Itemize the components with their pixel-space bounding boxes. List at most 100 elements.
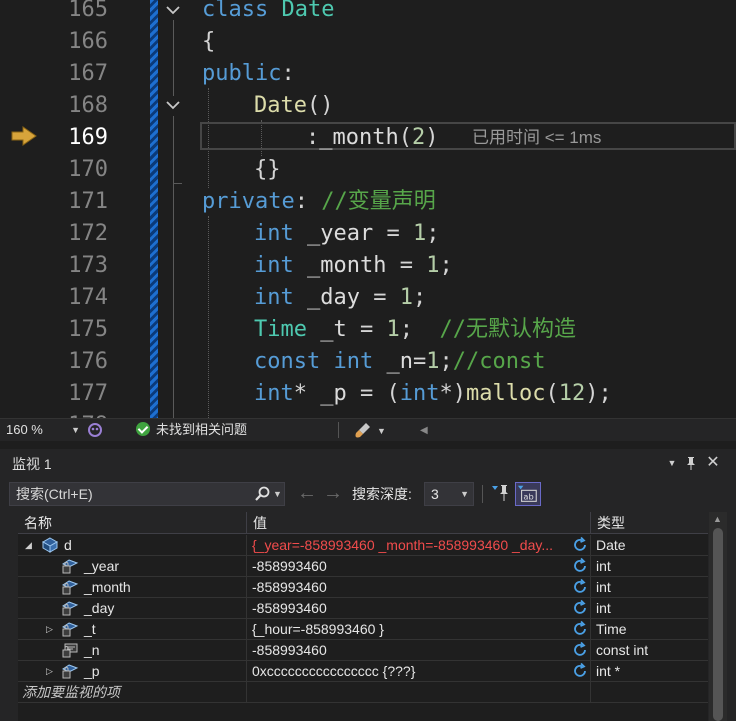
private-field-icon	[62, 580, 79, 595]
cell-value[interactable]: 0xcccccccccccccccc {???}	[247, 661, 591, 681]
refresh-icon[interactable]	[571, 620, 589, 638]
pin-icon[interactable]	[683, 455, 699, 471]
cell-name: ▷ _p	[18, 661, 247, 681]
search-back-arrow-icon[interactable]: ←	[296, 483, 318, 503]
refresh-icon[interactable]	[571, 536, 589, 554]
divider	[338, 422, 339, 438]
private-field-icon	[62, 559, 79, 574]
change-tracking-bar	[150, 0, 158, 418]
watch-row[interactable]: ◢ d {_year=-858993460 _month=-858993460 …	[18, 535, 708, 556]
watch-row[interactable]: _n -858993460 const int	[18, 640, 708, 661]
cell-value[interactable]: -858993460	[247, 640, 591, 660]
column-header-type[interactable]: 类型	[591, 512, 708, 534]
search-forward-arrow-icon[interactable]: →	[322, 483, 344, 503]
cell-value[interactable]: {_hour=-858993460 }	[247, 619, 591, 639]
fold-collapse-icon[interactable]	[163, 95, 183, 115]
chevron-down-icon[interactable]: ▼	[377, 422, 386, 440]
watch-row[interactable]: _day -858993460 int	[18, 598, 708, 619]
add-watch-item[interactable]: 添加要监视的项	[22, 682, 120, 702]
cell-name: _day	[18, 598, 247, 618]
private-field-icon	[62, 601, 79, 616]
panel-menu-icon[interactable]: ▼	[664, 455, 680, 471]
private-constant-icon	[62, 643, 78, 658]
expand-arrow-icon[interactable]: ▷	[46, 661, 56, 681]
watch-grid: 名称 值 类型 ◢ d {_year=-858993460 _month=-85…	[18, 512, 708, 721]
refresh-icon[interactable]	[571, 599, 589, 617]
cell-value[interactable]: -858993460	[247, 556, 591, 576]
line-number: 166	[68, 29, 108, 54]
cell-type: int	[596, 579, 611, 595]
cell-value[interactable]: -858993460	[247, 577, 591, 597]
object-variable-icon	[41, 537, 59, 553]
search-depth-select[interactable]: 3 ▼	[424, 482, 474, 506]
current-line-highlight	[200, 122, 736, 150]
refresh-icon[interactable]	[571, 557, 589, 575]
code-cleanup-brush-icon[interactable]	[354, 421, 374, 439]
expand-arrow-icon[interactable]: ▷	[46, 619, 56, 639]
cell-name: _year	[18, 556, 247, 576]
code-line[interactable]: int _year = 1;	[254, 218, 439, 250]
code-line[interactable]: const int _n=1;//const	[254, 346, 545, 378]
scroll-left-arrow-icon[interactable]: ◀	[420, 422, 428, 440]
scrollbar-thumb[interactable]	[713, 528, 723, 721]
chevron-down-icon[interactable]: ▼	[273, 486, 282, 502]
cell-value[interactable]: {_year=-858993460 _month=-858993460 _day…	[247, 535, 591, 555]
refresh-icon[interactable]	[571, 578, 589, 596]
issues-status[interactable]: 未找到相关问题	[156, 421, 247, 439]
vertical-scrollbar[interactable]: ▲	[709, 512, 727, 721]
fold-collapse-icon[interactable]	[163, 0, 183, 20]
watch-row[interactable]: ▷ _p 0xcccccccccccccccc {???} int *	[18, 661, 708, 682]
variable-name: _month	[84, 579, 131, 595]
perf-tip[interactable]: 已用时间 <= 1ms	[472, 126, 601, 150]
refresh-icon[interactable]	[571, 662, 589, 680]
cell-name: 添加要监视的项	[18, 682, 247, 702]
line-number: 178	[42, 410, 108, 418]
code-line-current[interactable]: :_month(2)	[306, 122, 438, 154]
search-icon[interactable]	[253, 486, 271, 502]
code-line[interactable]: Date()	[254, 90, 333, 122]
watch-row[interactable]: _month -858993460 int	[18, 577, 708, 598]
search-input[interactable]: 搜索(Ctrl+E) ▼	[9, 482, 285, 506]
watch-row[interactable]: _year -858993460 int	[18, 556, 708, 577]
cell-type: int	[596, 558, 611, 574]
hex-display-toggle[interactable]: ab	[515, 482, 541, 506]
code-line[interactable]: class Date	[202, 0, 334, 26]
column-header-value[interactable]: 值	[247, 512, 591, 534]
watch-panel: 监视 1 ▼ ✕ 搜索(Ctrl+E) ▼ ← → 搜索深度: 3 ▼ ab 名…	[0, 449, 736, 721]
close-icon[interactable]: ✕	[705, 455, 721, 471]
private-field-icon	[62, 622, 79, 637]
code-line[interactable]: Time _t = 1; //无默认构造	[254, 314, 576, 346]
code-editor[interactable]: 165 166 167 168 169 170 171 172 173 174 …	[0, 0, 736, 418]
column-header-name[interactable]: 名称	[18, 512, 247, 534]
no-issues-check-icon[interactable]	[136, 422, 150, 436]
watch-row[interactable]: ▷ _t {_hour=-858993460 } Time	[18, 619, 708, 640]
code-line[interactable]: int _month = 1;	[254, 250, 453, 282]
line-number: 165	[68, 0, 108, 22]
line-number: 168	[68, 93, 108, 118]
cell-value	[247, 682, 591, 702]
code-line[interactable]: private: //变量声明	[202, 186, 436, 218]
code-line[interactable]: public:	[202, 58, 295, 90]
cell-name: ▷ _t	[18, 619, 247, 639]
line-number: 176	[68, 349, 108, 374]
scroll-up-arrow-icon[interactable]: ▲	[713, 514, 722, 524]
cell-type: Time	[596, 621, 627, 637]
current-statement-arrow-icon	[11, 126, 37, 146]
pin-to-source-icon[interactable]	[490, 482, 512, 504]
line-number: 175	[68, 317, 108, 342]
code-line[interactable]: int* _p = (int*)malloc(12);	[254, 378, 612, 410]
panel-title[interactable]: 监视 1	[12, 455, 52, 473]
refresh-icon[interactable]	[571, 641, 589, 659]
search-depth-value: 3	[431, 486, 439, 502]
code-line[interactable]: {	[202, 26, 215, 58]
code-line[interactable]: int _day = 1;	[254, 282, 426, 314]
line-number: 173	[68, 253, 108, 278]
glyph-margin[interactable]	[0, 0, 42, 418]
zoom-dropdown[interactable]: 160 % ▼	[6, 421, 82, 439]
code-line[interactable]: {}	[254, 154, 281, 186]
cell-value[interactable]: -858993460	[247, 598, 591, 618]
collapse-arrow-icon[interactable]: ◢	[25, 535, 35, 555]
fold-guide	[173, 184, 174, 418]
intellicode-icon[interactable]	[86, 421, 104, 439]
add-watch-row[interactable]: 添加要监视的项	[18, 682, 708, 703]
